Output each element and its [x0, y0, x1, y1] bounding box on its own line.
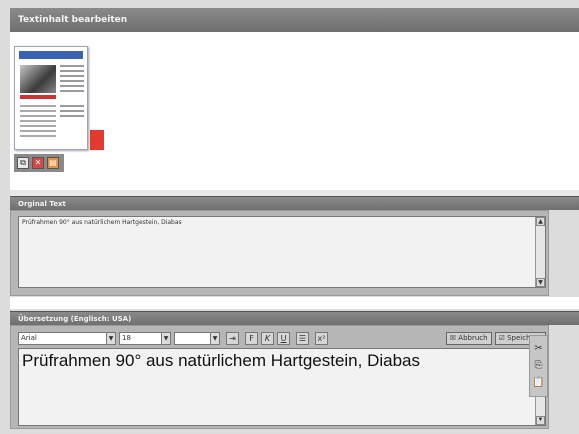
edit-panel-header: Textinhalt bearbeiten: [10, 8, 579, 32]
thumbnail-photo: [20, 65, 56, 93]
page-thumbnail[interactable]: [14, 46, 88, 150]
edit-panel-title: Textinhalt bearbeiten: [18, 15, 128, 25]
paste-icon[interactable]: 📋: [532, 377, 544, 389]
formatting-toolbar: Arial ▼ 18 ▼ ▼ ⇥ F K U ☰ x² ☒ Abbruch ☑ …: [18, 330, 546, 346]
thumbnail-toolbar: ⧉ ✕ ▤: [14, 154, 64, 172]
cancel-label: Abbruch: [458, 333, 488, 342]
underline-button[interactable]: U: [277, 331, 290, 345]
pdf-document-icon[interactable]: ▤: [47, 157, 59, 169]
scroll-down-arrow-icon[interactable]: ▼: [536, 278, 545, 287]
original-text-panel: Prüfrahmen 90° aus natürlichem Hartgeste…: [10, 210, 549, 296]
original-text-content: Prüfrahmen 90° aus natürlichem Hartgeste…: [22, 219, 182, 226]
original-text-title: Orginal Text: [18, 199, 66, 208]
translation-header: Übersetzung (Englisch: USA): [10, 311, 579, 325]
superscript-button[interactable]: x²: [315, 331, 328, 345]
chevron-down-icon[interactable]: ▼: [210, 332, 219, 344]
font-family-value: Arial: [21, 333, 37, 342]
copy-icon[interactable]: ⧉: [17, 157, 29, 169]
font-size-select[interactable]: 18 ▼: [119, 331, 171, 345]
chevron-down-icon[interactable]: ▼: [106, 332, 115, 344]
translation-panel: Arial ▼ 18 ▼ ▼ ⇥ F K U ☰ x² ☒ Abbruch ☑ …: [10, 325, 549, 429]
selection-marker[interactable]: [90, 130, 104, 150]
translation-title: Übersetzung (Englisch: USA): [18, 314, 132, 323]
style-select[interactable]: ▼: [174, 331, 220, 345]
preview-area: ⧉ ✕ ▤: [10, 32, 579, 192]
scroll-up-arrow-icon[interactable]: ▲: [536, 217, 545, 226]
thumbnail-header-bar: [19, 51, 83, 59]
bold-button[interactable]: F: [245, 331, 258, 345]
translation-text-field[interactable]: Prüfrahmen 90° aus natürlichem Hartgeste…: [18, 348, 546, 426]
cancel-button[interactable]: ☒ Abbruch: [445, 331, 492, 345]
cut-icon[interactable]: ✂: [534, 343, 542, 355]
list-button[interactable]: ☰: [296, 331, 309, 345]
indent-button[interactable]: ⇥: [226, 331, 239, 345]
thumbnail-red-stripe: [20, 95, 56, 99]
copy-icon[interactable]: ⎘: [535, 360, 543, 372]
chevron-down-icon[interactable]: ▼: [161, 332, 170, 344]
checkmark-icon: ☑: [498, 333, 505, 342]
font-family-select[interactable]: Arial ▼: [18, 331, 116, 345]
section-divider: [10, 297, 579, 309]
font-size-value: 18: [122, 333, 131, 342]
italic-button[interactable]: K: [261, 331, 274, 345]
close-icon: ☒: [449, 333, 457, 342]
clipboard-toolbar: ✂ ⎘ 📋: [529, 335, 548, 397]
scroll-down-arrow-icon[interactable]: ▼: [536, 416, 545, 425]
translation-text-content: Prüfrahmen 90° aus natürlichem Hartgeste…: [22, 351, 420, 370]
original-text-field[interactable]: Prüfrahmen 90° aus natürlichem Hartgeste…: [18, 216, 546, 288]
original-text-header: Orginal Text: [10, 196, 579, 210]
original-text-scrollbar[interactable]: ▲ ▼: [535, 217, 545, 287]
pdf-icon[interactable]: ✕: [32, 157, 44, 169]
